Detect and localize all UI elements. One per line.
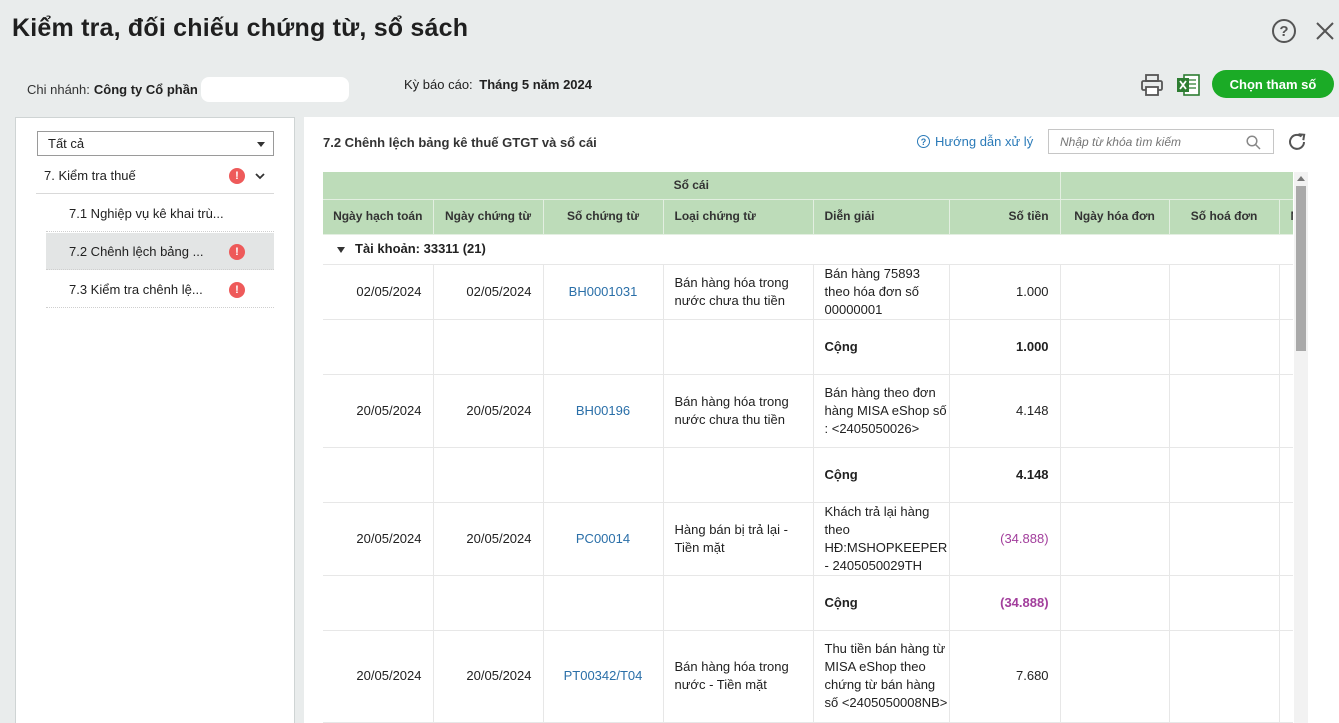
description: Khách trả lại hàng theo HĐ:MSHOPKEEPER -… xyxy=(813,502,950,576)
sidebar-item-label: 7.1 Nghiệp vụ kê khai trù... xyxy=(69,205,224,221)
subtotal-amount: 1.000 xyxy=(949,319,1061,375)
amount: (34.888) xyxy=(949,502,1061,576)
description: Thu tiền bán hàng từ MISA eShop theo chứ… xyxy=(813,630,950,723)
doc-date: 20/05/2024 xyxy=(433,630,544,723)
description: Bán hàng 75893 theo hóa đơn số 00000001 xyxy=(813,264,950,320)
print-icon[interactable] xyxy=(1140,72,1164,98)
search-input[interactable] xyxy=(1048,129,1274,154)
doc-type: Bán hàng hóa trong nước chưa thu tiền xyxy=(663,264,814,320)
amount: 7.680 xyxy=(949,630,1061,723)
sidebar-item-7-2[interactable]: 7.2 Chênh lệch bảng ... ! xyxy=(46,233,274,270)
main-panel: 7.2 Chênh lệch bảng kê thuế GTGT và sổ c… xyxy=(304,117,1339,723)
column-header[interactable]: Ngày chứng từ xyxy=(433,199,544,235)
section-title: 7.2 Chênh lệch bảng kê thuế GTGT và sổ c… xyxy=(323,135,597,150)
column-header[interactable]: Ngày hạch toán xyxy=(323,199,434,235)
post-date: 20/05/2024 xyxy=(323,630,434,723)
doc-type: Bán hàng hóa trong nước - Tiền mặt xyxy=(663,630,814,723)
tree-group-label: 7. Kiểm tra thuế xyxy=(44,168,136,183)
column-header[interactable]: Số hoá đơn xyxy=(1169,199,1280,235)
table-row[interactable]: 20/05/2024 20/05/2024 PT00342/T04 Bán hà… xyxy=(323,630,1293,723)
subtotal-amount: 4.148 xyxy=(949,447,1061,503)
sidebar-item-7-3[interactable]: 7.3 Kiểm tra chênh lệ... ! xyxy=(46,271,274,308)
guide-link[interactable]: ? Hướng dẫn xử lý xyxy=(917,134,1033,149)
column-group-ledger: Sổ cái xyxy=(323,172,1061,200)
table-row[interactable]: 02/05/2024 02/05/2024 BH0001031 Bán hàng… xyxy=(323,264,1293,320)
tree-group-tax-check[interactable]: 7. Kiểm tra thuế ! xyxy=(36,158,274,194)
sidebar: Tất cả 7. Kiểm tra thuế ! 7.1 Nghiệp vụ … xyxy=(15,117,295,723)
sidebar-item-label: 7.3 Kiểm tra chênh lệ... xyxy=(69,281,203,297)
guide-label: Hướng dẫn xử lý xyxy=(935,134,1034,149)
filter-select[interactable]: Tất cả xyxy=(37,131,274,156)
period-label: Kỳ báo cáo: xyxy=(404,77,473,92)
account-group-count: (21) xyxy=(462,241,486,256)
doc-date: 02/05/2024 xyxy=(433,264,544,320)
column-header[interactable]: Số chứng từ xyxy=(543,199,664,235)
column-header[interactable]: Diễn giải xyxy=(813,199,950,235)
subtotal-label: Cộng xyxy=(813,575,950,631)
subtotal-row: Cộng 1.000 xyxy=(323,319,1293,375)
vertical-scrollbar[interactable] xyxy=(1294,172,1308,723)
report-period: Kỳ báo cáo: Tháng 5 năm 2024 xyxy=(404,77,592,92)
doc-date: 20/05/2024 xyxy=(433,502,544,576)
branch-field: Chi nhánh: Công ty Cổ phần xyxy=(27,77,349,102)
amount: 4.148 xyxy=(949,374,1061,448)
branch-value: Công ty Cổ phần xyxy=(93,82,198,97)
doc-date: 20/05/2024 xyxy=(433,374,544,448)
column-header[interactable]: N xyxy=(1279,199,1293,235)
doc-type: Bán hàng hóa trong nước chưa thu tiền xyxy=(663,374,814,448)
collapse-triangle-icon[interactable] xyxy=(337,246,345,253)
warning-icon: ! xyxy=(229,244,245,260)
sidebar-item-label: 7.2 Chênh lệch bảng ... xyxy=(69,243,204,259)
period-value: Tháng 5 năm 2024 xyxy=(479,77,592,92)
doc-number-link[interactable]: PC00014 xyxy=(543,502,664,576)
column-header[interactable]: Số tiền xyxy=(949,199,1061,235)
excel-export-icon[interactable] xyxy=(1175,72,1201,98)
table-row[interactable]: 20/05/2024 20/05/2024 PC00014 Hàng bán b… xyxy=(323,502,1293,576)
subtotal-amount: (34.888) xyxy=(949,575,1061,631)
ledger-table: Sổ cái Ngày hạch toán Ngày chứng từ Số c… xyxy=(323,172,1293,723)
branch-name-redacted xyxy=(200,77,349,102)
close-icon[interactable] xyxy=(1313,18,1337,44)
account-group-label: Tài khoản: 33311 xyxy=(355,241,460,256)
subtotal-label: Cộng xyxy=(813,447,950,503)
help-button[interactable]: ? xyxy=(1272,19,1296,43)
caret-down-icon xyxy=(257,142,265,147)
warning-icon: ! xyxy=(229,282,245,298)
doc-number-link[interactable]: PT00342/T04 xyxy=(543,630,664,723)
post-date: 20/05/2024 xyxy=(323,374,434,448)
refresh-icon[interactable] xyxy=(1286,131,1308,153)
description: Bán hàng theo đơn hàng MISA eShop số : <… xyxy=(813,374,950,448)
question-icon: ? xyxy=(917,135,930,148)
doc-number-link[interactable]: BH0001031 xyxy=(543,264,664,320)
chevron-down-icon xyxy=(255,173,265,180)
subtotal-row: Cộng 4.148 xyxy=(323,447,1293,503)
subtotal-row: Cộng (34.888) xyxy=(323,575,1293,631)
column-header[interactable]: Ngày hóa đơn xyxy=(1060,199,1170,235)
filter-value: Tất cả xyxy=(48,136,85,151)
page-title: Kiểm tra, đối chiếu chứng từ, sổ sách xyxy=(12,14,469,42)
account-group-row[interactable]: Tài khoản: 33311 (21) xyxy=(323,234,1293,265)
post-date: 20/05/2024 xyxy=(323,502,434,576)
post-date: 02/05/2024 xyxy=(323,264,434,320)
branch-label: Chi nhánh: xyxy=(27,82,90,97)
doc-type: Hàng bán bị trả lại - Tiền mặt xyxy=(663,502,814,576)
ledger-table-container: Sổ cái Ngày hạch toán Ngày chứng từ Số c… xyxy=(323,172,1293,723)
scrollbar-thumb[interactable] xyxy=(1296,186,1306,351)
warning-icon: ! xyxy=(229,168,245,184)
column-header[interactable]: Loại chứng từ xyxy=(663,199,814,235)
sidebar-item-7-1[interactable]: 7.1 Nghiệp vụ kê khai trù... xyxy=(46,195,274,232)
choose-params-button[interactable]: Chọn tham số xyxy=(1212,70,1334,98)
subtotal-label: Cộng xyxy=(813,319,950,375)
doc-number-link[interactable]: BH00196 xyxy=(543,374,664,448)
scroll-up-arrow-icon[interactable] xyxy=(1297,176,1305,181)
table-row[interactable]: 20/05/2024 20/05/2024 BH00196 Bán hàng h… xyxy=(323,374,1293,448)
amount: 1.000 xyxy=(949,264,1061,320)
